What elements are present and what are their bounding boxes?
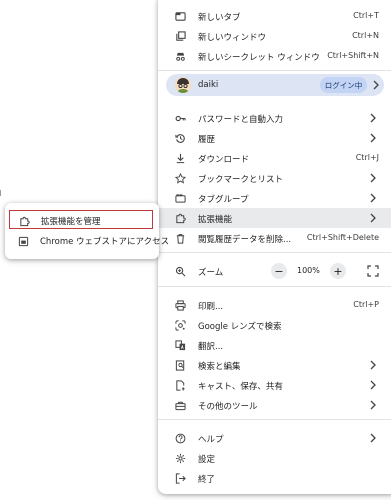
puzzle-icon — [174, 212, 186, 224]
zoom-label: ズーム — [198, 268, 224, 278]
submenu-item-chrome-webstore[interactable]: Chrome ウェブストアにアクセス — [9, 231, 169, 250]
menu-item-translate[interactable]: 翻訳... — [158, 335, 391, 355]
chevron-right-icon — [370, 433, 376, 443]
chevron-right-icon — [370, 213, 376, 223]
toolbox-icon — [174, 399, 186, 411]
menu-item-bookmarks[interactable]: ブックマークとリスト — [158, 168, 391, 188]
new-window-label: 新しいウィンドウ — [198, 33, 267, 43]
new-window-shortcut: Ctrl+N — [352, 31, 379, 40]
help-icon — [174, 432, 186, 444]
puzzle-icon — [18, 215, 30, 227]
menu-item-find-edit[interactable]: 検索と編集 — [158, 355, 391, 375]
profile-row[interactable]: daiki ログイン中 — [166, 74, 384, 96]
history-label: 履歴 — [198, 135, 216, 145]
download-icon — [174, 152, 186, 164]
bookmarks-label: ブックマークとリスト — [198, 175, 284, 185]
menu-item-print[interactable]: 印刷... Ctrl+P — [158, 295, 391, 315]
incognito-shortcut: Ctrl+Shift+N — [327, 51, 379, 60]
extensions-label: 拡張機能 — [198, 215, 233, 225]
print-label: 印刷... — [198, 302, 224, 312]
profile-name: daiki — [198, 80, 219, 90]
tab-groups-icon — [174, 192, 186, 204]
star-icon — [174, 172, 186, 184]
login-status-badge: ログイン中 — [320, 77, 367, 93]
tab-groups-label: タブグループ — [198, 195, 249, 205]
more-tools-label: その他のツール — [198, 402, 258, 412]
incognito-icon — [174, 50, 186, 62]
divider — [158, 419, 391, 420]
menu-item-settings[interactable]: 設定 — [158, 448, 391, 468]
divider — [158, 70, 391, 71]
webstore-icon — [17, 235, 29, 247]
lens-label: Google レンズで検索 — [198, 322, 282, 332]
menu-item-downloads[interactable]: ダウンロード Ctrl+J — [158, 148, 391, 168]
chevron-right-icon — [370, 360, 376, 370]
key-icon — [174, 112, 186, 124]
new-window-icon — [174, 30, 186, 42]
chevron-right-icon — [370, 113, 376, 123]
chrome-webstore-label: Chrome ウェブストアにアクセス — [40, 237, 170, 247]
cast-save-icon — [174, 379, 186, 391]
menu-item-tab-groups[interactable]: タブグループ — [158, 188, 391, 208]
clear-data-shortcut: Ctrl+Shift+Delete — [306, 233, 379, 242]
divider — [158, 252, 391, 253]
menu-item-new-tab[interactable]: 新しいタブ Ctrl+T — [158, 6, 391, 26]
find-edit-label: 検索と編集 — [198, 362, 241, 372]
gear-icon — [174, 452, 186, 464]
incognito-label: 新しいシークレット ウィンドウ — [198, 53, 320, 63]
settings-label: 設定 — [198, 455, 216, 465]
find-edit-icon — [174, 359, 186, 371]
extensions-submenu: 拡張機能を管理 Chrome ウェブストアにアクセス — [5, 203, 169, 259]
new-tab-label: 新しいタブ — [198, 13, 241, 23]
chevron-right-icon — [370, 173, 376, 183]
chevron-right-icon — [370, 400, 376, 410]
translate-icon — [174, 339, 186, 351]
menu-item-incognito[interactable]: 新しいシークレット ウィンドウ Ctrl+Shift+N — [158, 46, 391, 66]
zoom-in-button[interactable]: + — [330, 263, 346, 279]
fullscreen-icon[interactable] — [367, 265, 379, 277]
menu-item-extensions[interactable]: 拡張機能 — [158, 208, 391, 228]
downloads-label: ダウンロード — [198, 155, 250, 165]
avatar — [175, 77, 191, 93]
cast-save-label: キャスト、保存、共有 — [198, 382, 283, 392]
background-window-edge — [0, 190, 4, 196]
exit-label: 終了 — [198, 475, 216, 485]
menu-item-more-tools[interactable]: その他のツール — [158, 395, 391, 415]
exit-icon — [174, 472, 186, 484]
menu-item-help[interactable]: ヘルプ — [158, 428, 391, 448]
trash-icon — [174, 232, 186, 244]
menu-item-google-lens[interactable]: Google レンズで検索 — [158, 315, 391, 335]
manage-extensions-label: 拡張機能を管理 — [41, 217, 101, 227]
translate-label: 翻訳... — [198, 342, 224, 352]
menu-item-new-window[interactable]: 新しいウィンドウ Ctrl+N — [158, 26, 391, 46]
help-label: ヘルプ — [198, 435, 224, 445]
printer-icon — [174, 299, 186, 311]
chrome-main-menu: 新しいタブ Ctrl+T 新しいウィンドウ Ctrl+N 新しいシークレット ウ… — [158, 0, 391, 494]
divider — [158, 286, 391, 287]
menu-item-passwords[interactable]: パスワードと自動入力 — [158, 108, 391, 128]
chevron-right-icon — [373, 80, 379, 90]
submenu-item-manage-extensions[interactable]: 拡張機能を管理 — [9, 210, 153, 229]
menu-item-clear-data[interactable]: 閲覧履歴データを削除... Ctrl+Shift+Delete — [158, 228, 391, 248]
history-icon — [174, 132, 186, 144]
menu-item-cast-save-share[interactable]: キャスト、保存、共有 — [158, 375, 391, 395]
chevron-right-icon — [370, 133, 376, 143]
menu-item-exit[interactable]: 終了 — [158, 468, 391, 488]
passwords-label: パスワードと自動入力 — [198, 115, 284, 125]
clear-data-label: 閲覧履歴データを削除... — [198, 235, 292, 245]
zoom-icon — [174, 265, 186, 277]
chevron-right-icon — [370, 380, 376, 390]
new-tab-shortcut: Ctrl+T — [353, 11, 379, 20]
downloads-shortcut: Ctrl+J — [355, 153, 379, 162]
print-shortcut: Ctrl+P — [353, 300, 379, 309]
chevron-right-icon — [370, 193, 376, 203]
zoom-out-button[interactable]: − — [271, 263, 287, 279]
new-tab-icon — [174, 10, 186, 22]
zoom-level: 100% — [297, 266, 320, 275]
menu-item-history[interactable]: 履歴 — [158, 128, 391, 148]
lens-icon — [174, 319, 186, 331]
